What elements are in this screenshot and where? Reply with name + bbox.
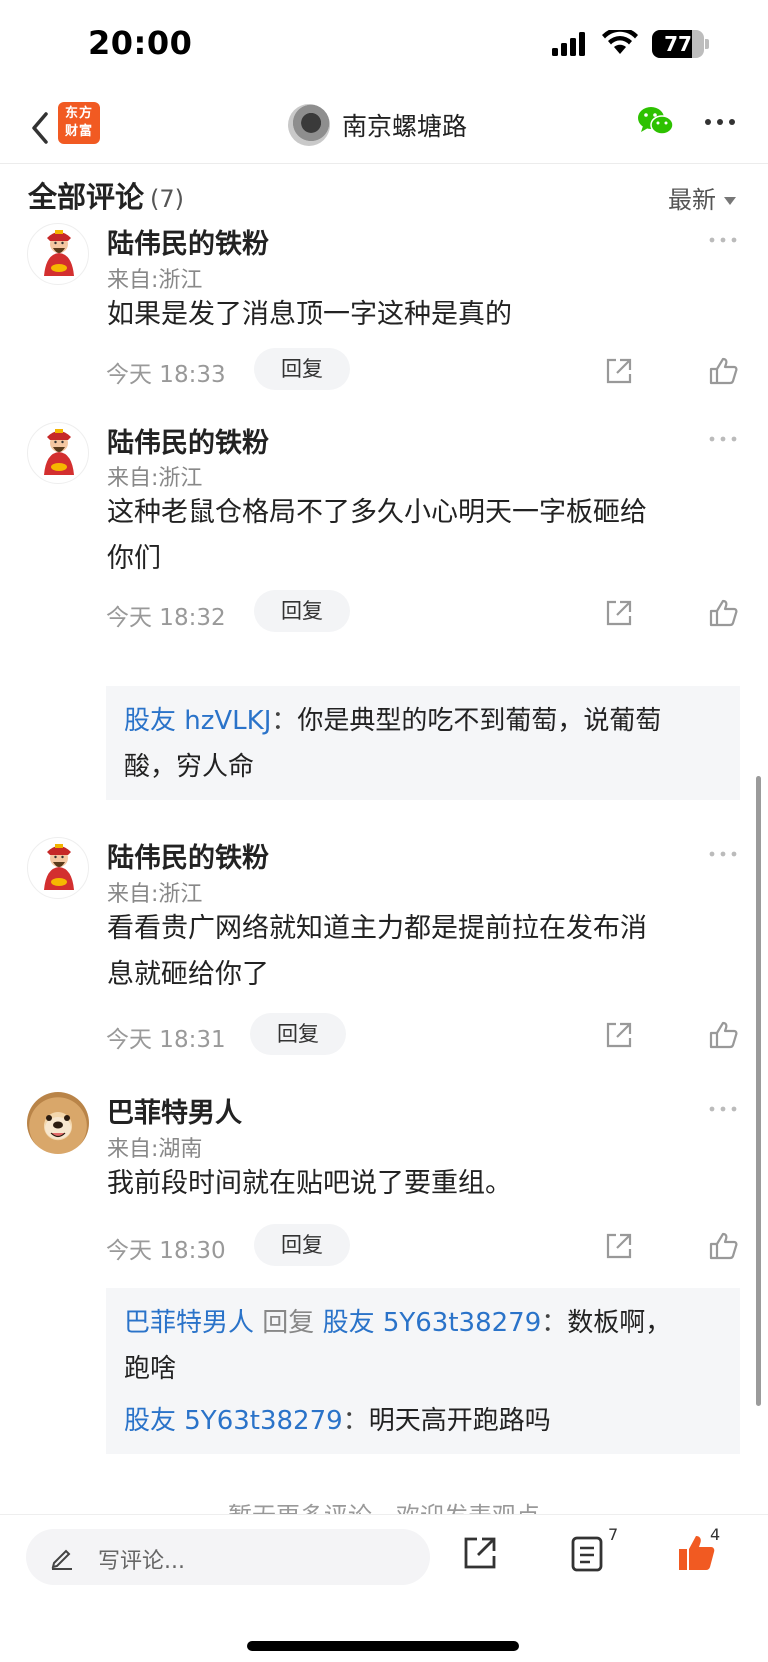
- reply-text: 数板啊，: [567, 1308, 672, 1338]
- reply-word: 回复: [262, 1308, 315, 1338]
- reply-button[interactable]: 回复: [254, 1224, 350, 1266]
- reply-button[interactable]: 回复: [254, 348, 350, 390]
- write-comment-input[interactable]: 写评论...: [26, 1529, 430, 1585]
- comment-text: 如果是发了消息顶一字这种是真的: [107, 299, 512, 330]
- caret-down-icon: [724, 197, 736, 205]
- comment-location: 来自:浙江: [107, 466, 203, 491]
- status-time: 20:00: [88, 24, 193, 62]
- battery-level-text: 77: [664, 32, 692, 56]
- fortune-god-avatar[interactable]: [27, 837, 89, 899]
- nav-group-link[interactable]: 南京螺塘路: [288, 102, 467, 148]
- reply-separator: ：: [342, 1406, 369, 1436]
- comment-list-count: 7: [608, 1525, 619, 1544]
- back-icon[interactable]: [22, 106, 62, 150]
- thumbs-up-icon[interactable]: [708, 356, 738, 386]
- comment-count: (7): [150, 185, 185, 213]
- wifi-icon: [602, 30, 638, 54]
- status-bar: 20:00 77: [0, 0, 768, 90]
- fortune-god-avatar[interactable]: [27, 422, 89, 484]
- comment-text-line: 这种老鼠仓格局不了多久小心明天一字板砸给: [107, 497, 647, 528]
- section-title: 全部评论 (7): [28, 174, 184, 216]
- comments-header: 全部评论 (7) 最新: [28, 174, 740, 218]
- more-icon[interactable]: [708, 433, 738, 445]
- reply-author[interactable]: 股友 hzVLKJ: [124, 706, 271, 736]
- reply-text: 明天高开跑路吗: [368, 1406, 551, 1436]
- reply-author[interactable]: 巴菲特男人: [124, 1308, 254, 1338]
- share-icon[interactable]: [604, 1231, 634, 1261]
- comment-author[interactable]: 巴菲特男人: [107, 1091, 242, 1130]
- reply-text: 你是典型的吃不到葡萄，说葡萄: [297, 706, 662, 736]
- reply-separator: ：: [541, 1308, 568, 1338]
- comment-time: 今天 18:33: [106, 362, 226, 388]
- reply-button[interactable]: 回复: [254, 590, 350, 632]
- comment-author[interactable]: 陆伟民的铁粉: [107, 222, 269, 261]
- reply-item: 股友 5Y63t38279：明天高开跑路吗: [124, 1398, 722, 1444]
- thumbs-up-icon[interactable]: [708, 598, 738, 628]
- comment-author[interactable]: 陆伟民的铁粉: [107, 421, 269, 460]
- comment-text: 我前段时间就在贴吧说了要重组。: [107, 1168, 512, 1199]
- share-icon[interactable]: [462, 1535, 498, 1571]
- like-count: 4: [710, 1525, 721, 1544]
- comment-text-line: 你们: [107, 543, 161, 574]
- more-icon[interactable]: [708, 848, 738, 860]
- comment-text: 这种老鼠仓格局不了多久小心明天一字板砸给 你们: [107, 490, 737, 582]
- reply-thread[interactable]: 巴菲特男人 回复 股友 5Y63t38279：数板啊， 跑啥 股友 5Y63t3…: [106, 1288, 740, 1454]
- comment-time: 今天 18:32: [106, 605, 226, 631]
- comment-location: 来自:浙江: [107, 268, 203, 293]
- comment-location: 来自:湖南: [107, 1137, 203, 1162]
- sort-dropdown[interactable]: 最新: [668, 180, 736, 215]
- share-icon[interactable]: [604, 598, 634, 628]
- share-icon[interactable]: [604, 1020, 634, 1050]
- reply-button[interactable]: 回复: [250, 1013, 346, 1055]
- fortune-god-avatar[interactable]: [27, 223, 89, 285]
- comment-time: 今天 18:31: [106, 1027, 226, 1053]
- more-icon[interactable]: [708, 234, 738, 246]
- battery-icon: 77: [652, 30, 709, 58]
- comment-text-line: 看看贵广网络就知道主力都是提前拉在发布消: [107, 913, 647, 944]
- section-title-text: 全部评论: [28, 180, 145, 214]
- reply-author[interactable]: 股友 5Y63t38279: [124, 1406, 343, 1436]
- more-options-icon[interactable]: [700, 104, 740, 140]
- logo-line-2: 财富: [64, 124, 93, 139]
- scrollbar[interactable]: [756, 776, 761, 1406]
- home-indicator[interactable]: [247, 1641, 519, 1651]
- app-logo[interactable]: 东方 财富: [58, 102, 100, 144]
- dog-avatar[interactable]: [27, 1092, 89, 1154]
- reply-text: 跑啥: [124, 1354, 177, 1384]
- write-comment-placeholder: 写评论...: [98, 1549, 185, 1574]
- pencil-icon: [51, 1549, 72, 1570]
- comment-location: 来自:浙江: [107, 882, 203, 907]
- comment-list-icon[interactable]: [570, 1535, 604, 1573]
- reply-text: 酸，穷人命: [124, 752, 255, 782]
- wechat-share-icon[interactable]: [636, 104, 676, 140]
- group-avatar: [288, 104, 330, 146]
- bottom-action-bar: 写评论... 7 4: [0, 1514, 768, 1662]
- reply-thread[interactable]: 股友 hzVLKJ：你是典型的吃不到葡萄，说葡萄 酸，穷人命: [106, 686, 740, 800]
- thumbs-up-icon[interactable]: [708, 1231, 738, 1261]
- comment-text-line: 息就砸给你了: [107, 959, 269, 990]
- reply-item: 巴菲特男人 回复 股友 5Y63t38279：数板啊， 跑啥: [124, 1300, 722, 1392]
- nav-bar: 东方 财富 南京螺塘路: [0, 92, 768, 164]
- more-icon[interactable]: [708, 1103, 738, 1115]
- comment-author[interactable]: 陆伟民的铁粉: [107, 836, 269, 875]
- sort-label: 最新: [668, 186, 716, 214]
- comment-time: 今天 18:30: [106, 1238, 226, 1264]
- reply-item: 股友 hzVLKJ：你是典型的吃不到葡萄，说葡萄 酸，穷人命: [124, 698, 722, 790]
- comment-text: 看看贵广网络就知道主力都是提前拉在发布消 息就砸给你了: [107, 906, 737, 998]
- reply-separator: ：: [271, 706, 298, 736]
- logo-line-1: 东方: [64, 106, 93, 121]
- share-icon[interactable]: [604, 356, 634, 386]
- reply-target[interactable]: 股友 5Y63t38279: [323, 1308, 542, 1338]
- page-title: 南京螺塘路: [342, 112, 468, 141]
- thumbs-up-icon[interactable]: [708, 1020, 738, 1050]
- cellular-signal-icon: [552, 32, 585, 56]
